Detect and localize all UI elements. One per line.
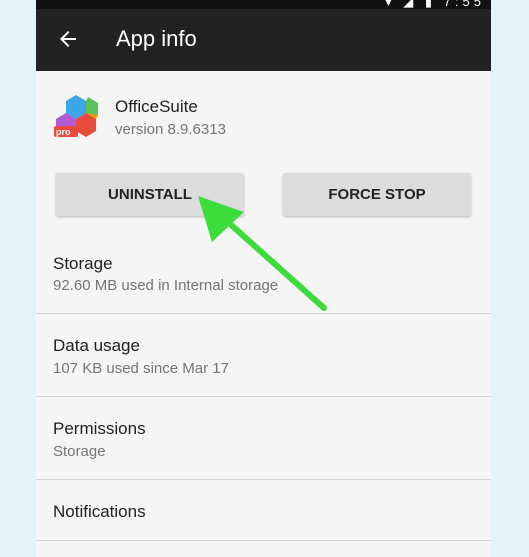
officesuite-app-icon: pro (54, 95, 98, 137)
data-usage-row[interactable]: Data usage 107 KB used since Mar 17 (36, 314, 491, 396)
force-stop-button[interactable]: FORCE STOP (283, 173, 471, 216)
notifications-title: Notifications (53, 502, 146, 521)
data-usage-title: Data usage (53, 336, 140, 355)
permissions-subtitle: Storage (53, 443, 106, 460)
divider (36, 540, 491, 541)
app-bar: App info (36, 9, 491, 71)
notifications-row[interactable]: Notifications (36, 480, 491, 540)
page-title: App info (116, 26, 197, 51)
permissions-title: Permissions (53, 419, 146, 438)
pro-badge-text: pro (56, 127, 71, 137)
app-name: OfficeSuite (115, 97, 198, 116)
phone-screen: ▾ ◢ ▮ 7:55 App info pro OfficeSuite vers… (36, 0, 491, 557)
permissions-row[interactable]: Permissions Storage (36, 397, 491, 479)
back-arrow-icon[interactable] (56, 27, 80, 51)
data-usage-subtitle: 107 KB used since Mar 17 (53, 360, 229, 377)
uninstall-button[interactable]: UNINSTALL (56, 173, 244, 216)
storage-subtitle: 92.60 MB used in Internal storage (53, 277, 279, 294)
app-version: version 8.9.6313 (115, 121, 226, 138)
status-bar: ▾ ◢ ▮ 7:55 (36, 0, 491, 9)
storage-row[interactable]: Storage 92.60 MB used in Internal storag… (36, 245, 491, 313)
storage-title: Storage (53, 254, 113, 273)
